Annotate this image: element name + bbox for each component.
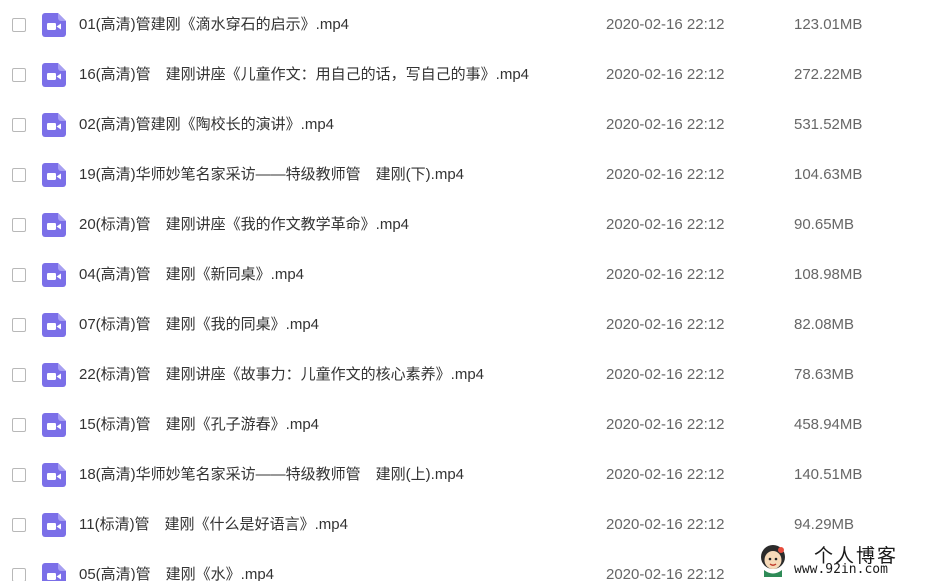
video-file-icon — [42, 563, 66, 581]
file-size: 82.08MB — [794, 316, 855, 333]
row-checkbox[interactable] — [12, 268, 26, 282]
file-modified-date: 2020-02-16 22:12 — [606, 216, 725, 233]
file-modified-date: 2020-02-16 22:12 — [606, 266, 725, 283]
file-row[interactable]: 15(标清)管 建刚《孔子游春》.mp4 2020-02-16 22:12 45… — [0, 400, 948, 450]
file-modified-date: 2020-02-16 22:12 — [606, 416, 725, 433]
row-checkbox[interactable] — [12, 568, 26, 581]
file-row[interactable]: 16(高清)管 建刚讲座《儿童作文：用自己的话，写自己的事》.mp4 2020-… — [0, 50, 948, 100]
file-list: 01(高清)管建刚《滴水穿石的启示》.mp4 2020-02-16 22:12 … — [0, 0, 948, 581]
file-row[interactable]: 19(高清)华师妙笔名家采访——特级教师管 建刚(下).mp4 2020-02-… — [0, 150, 948, 200]
video-file-icon — [42, 413, 66, 437]
file-size: 90.65MB — [794, 216, 855, 233]
file-name[interactable]: 01(高清)管建刚《滴水穿石的启示》.mp4 — [79, 16, 349, 34]
file-name[interactable]: 11(标清)管 建刚《什么是好语言》.mp4 — [79, 516, 348, 534]
file-name[interactable]: 07(标清)管 建刚《我的同桌》.mp4 — [79, 316, 319, 334]
video-file-icon — [42, 313, 66, 337]
file-modified-date: 2020-02-16 22:12 — [606, 66, 725, 83]
file-row[interactable]: 18(高清)华师妙笔名家采访——特级教师管 建刚(上).mp4 2020-02-… — [0, 450, 948, 500]
file-size: 78.63MB — [794, 366, 855, 383]
file-size: 140.51MB — [794, 466, 863, 483]
file-modified-date: 2020-02-16 22:12 — [606, 116, 725, 133]
row-checkbox[interactable] — [12, 168, 26, 182]
file-size: 123.01MB — [794, 16, 863, 33]
row-checkbox[interactable] — [12, 318, 26, 332]
video-file-icon — [42, 63, 66, 87]
row-checkbox[interactable] — [12, 68, 26, 82]
file-row[interactable]: 01(高清)管建刚《滴水穿石的启示》.mp4 2020-02-16 22:12 … — [0, 0, 948, 50]
video-file-icon — [42, 113, 66, 137]
file-name[interactable]: 16(高清)管 建刚讲座《儿童作文：用自己的话，写自己的事》.mp4 — [79, 66, 529, 84]
video-file-icon — [42, 513, 66, 537]
video-file-icon — [42, 363, 66, 387]
row-checkbox[interactable] — [12, 18, 26, 32]
file-size: 108.98MB — [794, 266, 863, 283]
row-checkbox[interactable] — [12, 468, 26, 482]
file-size: 104.63MB — [794, 166, 863, 183]
watermark-url: www.92in.com — [794, 562, 888, 577]
file-name[interactable]: 04(高清)管 建刚《新同桌》.mp4 — [79, 266, 304, 284]
file-modified-date: 2020-02-16 22:12 — [606, 166, 725, 183]
row-checkbox[interactable] — [12, 368, 26, 382]
video-file-icon — [42, 13, 66, 37]
row-checkbox[interactable] — [12, 118, 26, 132]
cartoon-avatar-icon — [761, 545, 785, 577]
file-size: 531.52MB — [794, 116, 863, 133]
video-file-icon — [42, 213, 66, 237]
file-row[interactable]: 20(标清)管 建刚讲座《我的作文教学革命》.mp4 2020-02-16 22… — [0, 200, 948, 250]
file-name[interactable]: 15(标清)管 建刚《孔子游春》.mp4 — [79, 416, 319, 434]
file-row[interactable]: 02(高清)管建刚《陶校长的演讲》.mp4 2020-02-16 22:12 5… — [0, 100, 948, 150]
file-size: 94.29MB — [794, 516, 855, 533]
file-name[interactable]: 22(标清)管 建刚讲座《故事力：儿童作文的核心素养》.mp4 — [79, 366, 484, 384]
file-row[interactable]: 07(标清)管 建刚《我的同桌》.mp4 2020-02-16 22:12 82… — [0, 300, 948, 350]
row-checkbox[interactable] — [12, 518, 26, 532]
file-size: 272.22MB — [794, 66, 863, 83]
file-size: 458.94MB — [794, 416, 863, 433]
file-modified-date: 2020-02-16 22:12 — [606, 516, 725, 533]
file-name[interactable]: 19(高清)华师妙笔名家采访——特级教师管 建刚(下).mp4 — [79, 166, 464, 184]
file-modified-date: 2020-02-16 22:12 — [606, 316, 725, 333]
row-checkbox[interactable] — [12, 218, 26, 232]
video-file-icon — [42, 163, 66, 187]
file-name[interactable]: 18(高清)华师妙笔名家采访——特级教师管 建刚(上).mp4 — [79, 466, 464, 484]
video-file-icon — [42, 463, 66, 487]
file-name[interactable]: 20(标清)管 建刚讲座《我的作文教学革命》.mp4 — [79, 216, 409, 234]
blog-watermark: 个人博客 www.92in.com — [752, 539, 948, 581]
file-modified-date: 2020-02-16 22:12 — [606, 466, 725, 483]
file-row[interactable]: 22(标清)管 建刚讲座《故事力：儿童作文的核心素养》.mp4 2020-02-… — [0, 350, 948, 400]
file-modified-date: 2020-02-16 22:12 — [606, 366, 725, 383]
file-name[interactable]: 05(高清)管 建刚《水》.mp4 — [79, 566, 274, 581]
file-row[interactable]: 04(高清)管 建刚《新同桌》.mp4 2020-02-16 22:12 108… — [0, 250, 948, 300]
row-checkbox[interactable] — [12, 418, 26, 432]
file-modified-date: 2020-02-16 22:12 — [606, 16, 725, 33]
file-name[interactable]: 02(高清)管建刚《陶校长的演讲》.mp4 — [79, 116, 334, 134]
file-modified-date: 2020-02-16 22:12 — [606, 566, 725, 581]
video-file-icon — [42, 263, 66, 287]
